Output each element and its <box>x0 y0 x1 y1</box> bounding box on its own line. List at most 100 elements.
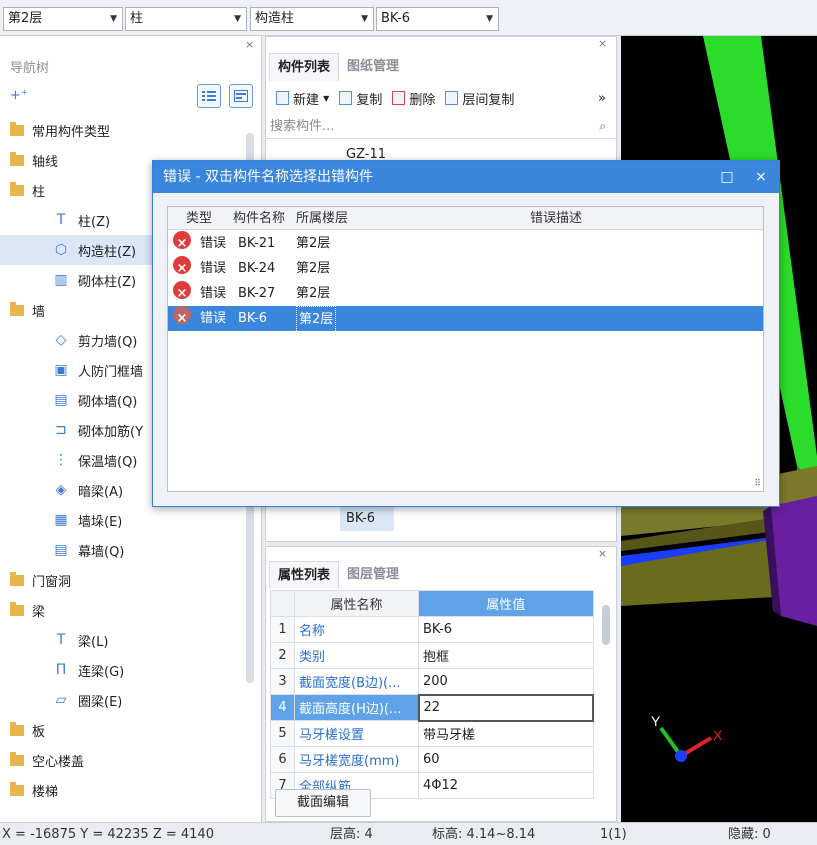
nav-tree-item-label: 砌体墙(Q) <box>78 394 138 410</box>
tab-drawing-management[interactable]: 图纸管理 <box>339 53 407 81</box>
property-value[interactable]: 200 <box>418 668 594 695</box>
delete-button-label: 删除 <box>409 92 436 108</box>
nav-tree-item-label: 构造柱(Z) <box>78 244 137 260</box>
copy-button[interactable]: 复制 <box>339 89 382 108</box>
column-type[interactable]: 类型 <box>186 207 212 230</box>
error-grid-header: 类型 构件名称 所属楼层 错误描述 <box>168 207 763 230</box>
tab-component-list[interactable]: 构件列表 <box>269 53 340 81</box>
tab-layer-management[interactable]: 图层管理 <box>339 561 407 589</box>
property-row[interactable]: 2 类别 抱框 <box>270 642 594 669</box>
chevron-down-icon: ▼ <box>234 14 241 24</box>
folder-icon <box>10 151 24 166</box>
property-row-number: 1 <box>270 616 295 643</box>
error-row[interactable]: × 错误 BK-27 第2层 <box>168 281 763 306</box>
floor-select-value: 第2层 <box>8 11 43 26</box>
y-axis-label: Y <box>651 713 661 729</box>
category-select[interactable]: 柱 ▼ <box>125 7 247 31</box>
nav-tree-item-label: 砌体加筋(Y <box>78 424 144 440</box>
top-selector-bar: 第2层 ▼ 柱 ▼ 构造柱 ▼ BK-6 ▼ <box>0 0 817 36</box>
column-component-name[interactable]: 构件名称 <box>233 207 285 230</box>
nav-tree-item[interactable]: 楼梯 <box>0 775 245 805</box>
error-component-name[interactable]: BK-27 <box>238 281 275 306</box>
error-component-name[interactable]: BK-21 <box>238 231 275 256</box>
component-type-icon: ▱ <box>55 692 67 708</box>
property-value[interactable]: 抱框 <box>418 642 594 669</box>
error-grid: 类型 构件名称 所属楼层 错误描述 × 错误 BK-21 第2层 × 错误 BK-24 第2层… <box>167 206 764 492</box>
property-row[interactable]: 1 名称 BK-6 <box>270 616 594 643</box>
error-row[interactable]: × 错误 BK-6 第2层 <box>168 306 763 333</box>
component-list-item-selected[interactable]: BK-6 <box>340 507 394 531</box>
property-row[interactable]: 6 马牙槎宽度(mm) 60 <box>270 746 594 773</box>
property-row[interactable]: 4 截面高度(H边)(... 22 <box>270 693 594 722</box>
nav-tree-item[interactable]: Π 连梁(G) <box>0 655 245 685</box>
type-select[interactable]: 构造柱 ▼ <box>250 7 374 31</box>
nav-tree-item[interactable]: T 梁(L) <box>0 625 245 655</box>
component-type-icon: ▤ <box>54 542 68 558</box>
close-icon[interactable]: × <box>598 37 607 50</box>
nav-tree-item[interactable]: 梁 <box>0 595 245 625</box>
error-row[interactable]: × 错误 BK-21 第2层 <box>168 231 763 256</box>
component-select[interactable]: BK-6 ▼ <box>376 7 499 31</box>
property-row[interactable]: 5 马牙槎设置 带马牙槎 <box>270 720 594 747</box>
nav-tree-item-label: 柱 <box>32 184 46 200</box>
detail-view-icon[interactable] <box>229 84 253 108</box>
property-value[interactable]: 带马牙槎 <box>418 720 594 747</box>
chevron-down-icon: ▼ <box>323 93 330 103</box>
nav-tree-item[interactable]: 空心楼盖 <box>0 745 245 775</box>
nav-tree-item[interactable]: ▦ 墙垛(E) <box>0 505 245 535</box>
nav-toolbar: +⁺ <box>0 84 261 110</box>
tab-property-list[interactable]: 属性列表 <box>269 561 340 589</box>
nav-tree-item[interactable]: ▤ 幕墙(Q) <box>0 535 245 565</box>
nav-tree-item-label: 墙垛(E) <box>78 514 123 530</box>
close-icon[interactable]: × <box>745 161 777 193</box>
new-button-label: 新建 <box>293 92 320 108</box>
property-row[interactable]: 3 截面宽度(B边)(... 200 <box>270 668 594 695</box>
new-button[interactable]: 新建 ▼ <box>276 89 329 108</box>
list-view-icon[interactable] <box>197 84 221 108</box>
nav-tree-item-label: 连梁(G) <box>78 664 125 680</box>
copy-icon <box>339 91 353 105</box>
property-value[interactable]: BK-6 <box>418 616 594 643</box>
more-button[interactable]: » <box>598 91 606 106</box>
delete-icon <box>392 91 406 105</box>
copy-button-label: 复制 <box>356 92 383 108</box>
chevron-down-icon: ▼ <box>486 14 493 24</box>
nav-tree-item[interactable]: 板 <box>0 715 245 745</box>
resize-grip-icon[interactable]: ⠿ <box>754 479 761 489</box>
property-value[interactable]: 22 <box>417 693 594 722</box>
error-dialog: 错误 - 双击构件名称选择出错构件 □ × 类型 构件名称 所属楼层 错误描述 … <box>152 160 780 507</box>
type-select-value: 构造柱 <box>255 11 295 26</box>
error-component-name[interactable]: BK-24 <box>238 256 275 281</box>
property-row-number: 5 <box>270 720 295 747</box>
maximize-icon[interactable]: □ <box>711 161 743 193</box>
error-floor: 第2层 <box>296 286 331 301</box>
close-icon[interactable]: × <box>245 38 254 51</box>
property-value[interactable]: 4Φ12 <box>418 772 594 799</box>
component-search-input[interactable]: 搜索构件... <box>266 115 616 139</box>
nav-tree-item-label: 剪力墙(Q) <box>78 334 138 350</box>
close-icon[interactable]: × <box>598 547 607 560</box>
search-icon[interactable]: ⌕ <box>599 119 606 134</box>
floor-select[interactable]: 第2层 ▼ <box>3 7 123 31</box>
folder-icon <box>10 301 24 316</box>
error-icon: × <box>173 281 191 301</box>
folder-icon <box>10 571 24 586</box>
floor-copy-button[interactable]: 层间复制 <box>445 89 514 108</box>
nav-tree-item[interactable]: ▱ 圈梁(E) <box>0 685 245 715</box>
add-icon[interactable]: +⁺ <box>10 88 28 103</box>
property-value[interactable]: 60 <box>418 746 594 773</box>
error-row[interactable]: × 错误 BK-24 第2层 <box>168 256 763 281</box>
nav-tree-item-label: 保温墙(Q) <box>78 454 138 470</box>
column-error-description[interactable]: 错误描述 <box>530 207 582 230</box>
column-floor[interactable]: 所属楼层 <box>296 207 348 230</box>
error-component-name[interactable]: BK-6 <box>238 306 267 331</box>
origin-point <box>675 750 687 762</box>
nav-title: 导航树 <box>10 61 50 76</box>
property-scrollbar[interactable] <box>602 605 610 645</box>
section-edit-button[interactable]: 截面编辑 <box>275 789 371 817</box>
error-type: 错误 <box>200 236 227 251</box>
nav-tree-item-label: 暗梁(A) <box>78 484 124 500</box>
nav-tree-item[interactable]: 门窗洞 <box>0 565 245 595</box>
delete-button[interactable]: 删除 <box>392 89 435 108</box>
nav-tree-item[interactable]: 常用构件类型 <box>0 115 245 145</box>
